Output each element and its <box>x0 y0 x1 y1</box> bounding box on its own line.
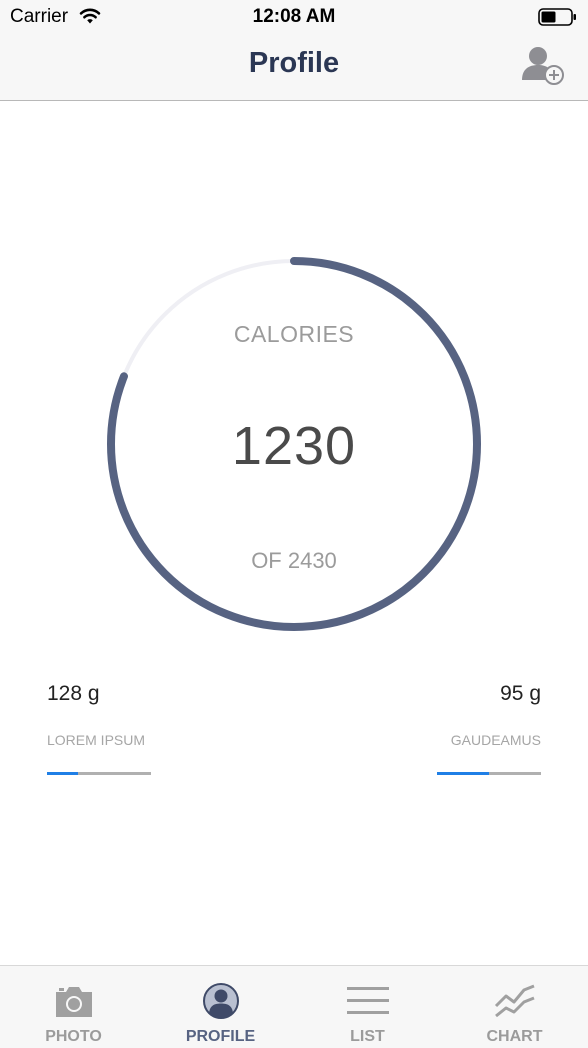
add-user-button[interactable] <box>518 42 568 90</box>
stat-label: GAUDEAMUS <box>450 732 541 748</box>
battery-icon <box>538 8 576 26</box>
tab-profile[interactable]: PROFILE <box>147 966 294 1048</box>
tab-bar: PHOTO PROFILE LIST CHART <box>0 965 588 1048</box>
calories-total: OF 2430 <box>251 548 337 573</box>
stat-value: 128 g <box>47 682 100 705</box>
tab-label: LIST <box>350 1028 385 1045</box>
camera-icon <box>56 987 92 1017</box>
status-bar: Carrier 12:08 AM <box>0 0 588 34</box>
tab-label: PHOTO <box>45 1028 102 1045</box>
tab-label: PROFILE <box>185 1028 256 1045</box>
page-title: Profile <box>248 47 340 79</box>
stat-lorem-ipsum: 128 g LOREM IPSUM <box>47 680 207 775</box>
stat-label: LOREM IPSUM <box>47 732 146 748</box>
status-time: 12:08 AM <box>252 6 336 27</box>
tab-list[interactable]: LIST <box>294 966 441 1048</box>
calories-label: CALORIES <box>233 321 355 347</box>
tab-photo[interactable]: PHOTO <box>0 966 147 1048</box>
profile-icon <box>203 983 239 1019</box>
stat-gaudeamus: 95 g GAUDEAMUS <box>381 680 541 775</box>
add-user-icon <box>522 47 564 85</box>
calories-ring: CALORIES 1230 OF 2430 <box>104 254 484 634</box>
list-icon <box>347 987 389 1014</box>
stat-progress-bar <box>47 772 151 775</box>
nav-bar: Profile <box>0 34 588 101</box>
tab-label: CHART <box>486 1028 543 1045</box>
stat-value: 95 g <box>500 682 541 705</box>
tab-chart[interactable]: CHART <box>441 966 588 1048</box>
stat-progress-fill <box>437 772 489 775</box>
stat-progress-bar <box>437 772 541 775</box>
calories-value: 1230 <box>231 416 357 476</box>
stat-progress-fill <box>47 772 79 775</box>
chart-icon <box>494 984 535 1018</box>
